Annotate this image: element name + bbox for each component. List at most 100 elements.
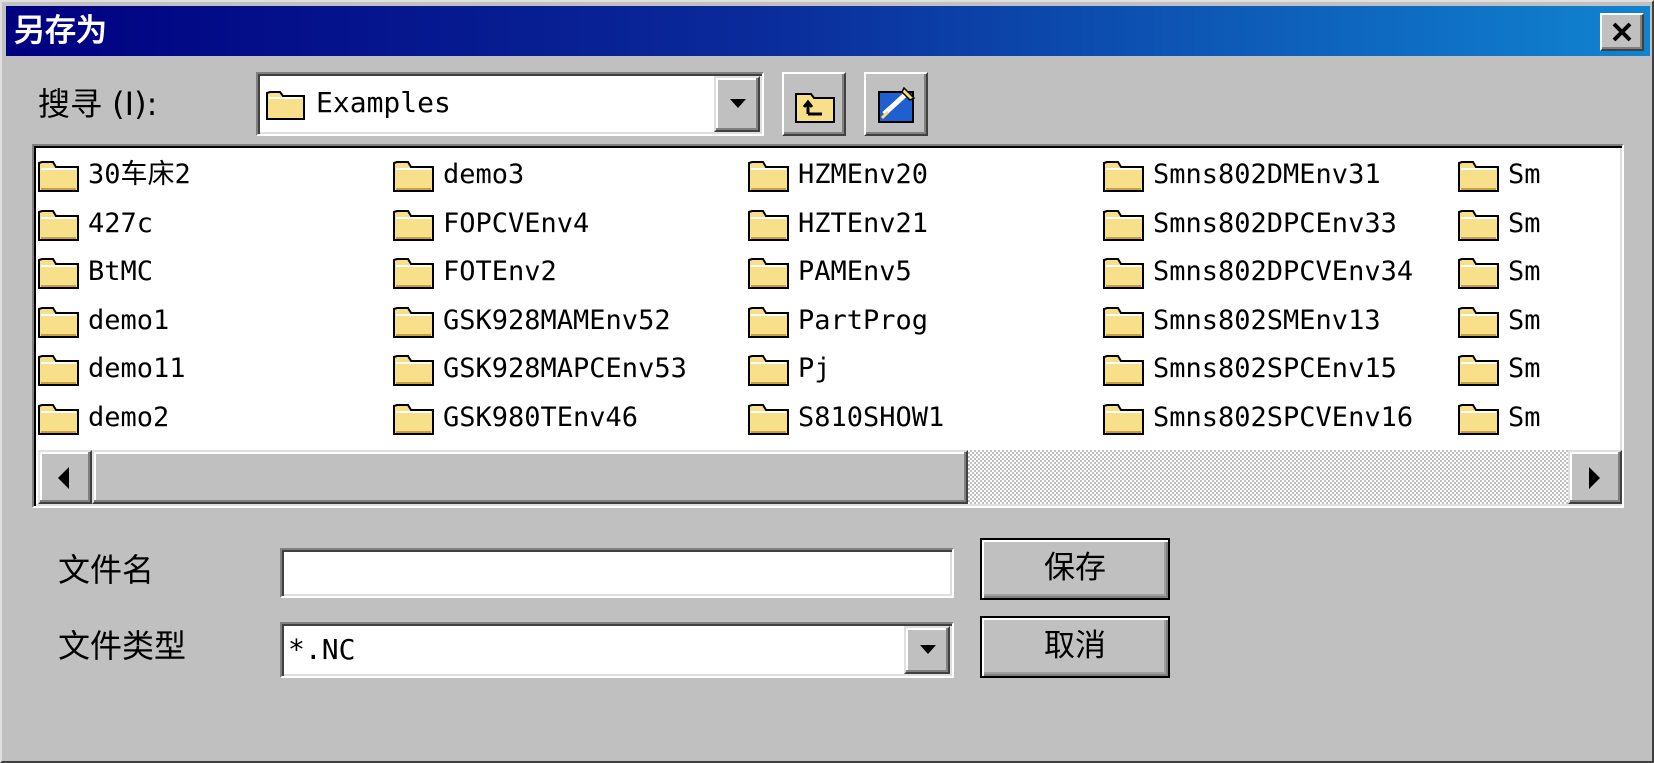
list-item[interactable]: GSK928MAMEnv52 <box>393 298 742 346</box>
list-item-label: Sm <box>1508 207 1541 239</box>
folder-icon <box>1103 209 1144 241</box>
file-list-items: 30车床2 427c BtMC demo1 demo11 demo2 demo3 FOPCVE… <box>38 150 1622 450</box>
list-item-label: GSK928MAMEnv52 <box>443 304 671 336</box>
list-item[interactable]: Smns802SMEnv13 <box>1103 298 1452 346</box>
list-item-label: Smns802DPCEnv33 <box>1153 207 1397 239</box>
chevron-down-icon <box>730 99 746 108</box>
list-item[interactable]: Smns802SPCEnv15 <box>1103 346 1452 394</box>
list-item[interactable]: GSK928MAPCEnv53 <box>393 346 742 394</box>
create-new-folder-button[interactable] <box>864 72 928 136</box>
folder-icon <box>38 209 79 241</box>
list-item-label: Sm <box>1508 256 1541 288</box>
save-button[interactable]: 保存 <box>980 538 1170 600</box>
scroll-right-button[interactable] <box>1568 450 1622 504</box>
create-new-folder-icon <box>878 86 916 123</box>
list-item-label: Smns802SPCVEnv16 <box>1153 402 1414 433</box>
horizontal-scrollbar[interactable] <box>38 450 1622 504</box>
list-item-label: S810SHOW1 <box>798 402 945 433</box>
folder-icon <box>393 306 434 338</box>
look-in-combobox[interactable]: Examples <box>256 72 764 136</box>
folder-icon <box>748 258 789 290</box>
list-item[interactable]: FOPCVEnv4 <box>393 201 742 249</box>
folder-icon <box>1103 306 1144 338</box>
list-item[interactable]: Smns802DPCEnv33 <box>1103 201 1452 249</box>
up-one-level-button[interactable] <box>782 72 846 136</box>
folder-icon <box>1458 404 1499 435</box>
list-item-label: Sm <box>1508 304 1541 336</box>
file-type-dropdown-button[interactable] <box>904 626 950 674</box>
list-item-label: Sm <box>1508 402 1541 433</box>
list-item[interactable]: BtMC <box>38 249 387 297</box>
look-in-dropdown-button[interactable] <box>714 76 760 132</box>
save-as-dialog: 另存为 搜寻 (I): Examples 30车床2 427c BtMC dem… <box>0 0 1654 763</box>
file-name-input[interactable] <box>280 548 954 598</box>
list-item[interactable]: demo2 <box>38 395 387 443</box>
list-item[interactable]: Pj <box>748 346 1097 394</box>
list-item-label: 427c <box>88 207 154 239</box>
list-item[interactable]: Sm <box>1458 395 1622 443</box>
folder-icon <box>1458 161 1499 192</box>
list-item-label: GSK928MAPCEnv53 <box>443 353 687 385</box>
list-item-label: Pj <box>798 353 831 385</box>
file-type-select[interactable]: *.NC <box>280 622 954 678</box>
list-item-label: PartProg <box>798 304 929 336</box>
list-item[interactable]: Smns802DMEnv31 <box>1103 152 1452 200</box>
folder-icon <box>393 355 434 387</box>
list-item-label: demo1 <box>88 304 170 336</box>
folder-icon <box>38 161 79 192</box>
folder-icon <box>393 404 434 435</box>
list-item[interactable]: HZMEnv20 <box>748 152 1097 200</box>
list-item[interactable]: PartProg <box>748 298 1097 346</box>
file-type-value: *.NC <box>288 633 356 666</box>
folder-icon <box>1458 209 1499 241</box>
list-item-label: demo11 <box>88 353 186 385</box>
list-item[interactable]: Sm <box>1458 201 1622 249</box>
folder-icon <box>748 404 789 435</box>
list-item-label: 30车床2 <box>88 159 191 190</box>
arrow-right-icon <box>1589 467 1600 489</box>
list-item-label: demo3 <box>443 159 525 190</box>
folder-icon <box>1103 404 1144 435</box>
list-item-label: HZMEnv20 <box>798 159 929 190</box>
list-item[interactable]: Smns802DPCVEnv34 <box>1103 249 1452 297</box>
list-item-label: Smns802SMEnv13 <box>1153 304 1381 336</box>
list-item[interactable]: demo1 <box>38 298 387 346</box>
folder-icon <box>1103 258 1144 290</box>
list-item[interactable]: PAMEnv5 <box>748 249 1097 297</box>
list-item[interactable]: Sm <box>1458 346 1622 394</box>
cancel-button[interactable]: 取消 <box>980 616 1170 678</box>
list-item[interactable]: 30车床2 <box>38 152 387 200</box>
file-list[interactable]: 30车床2 427c BtMC demo1 demo11 demo2 demo3 FOPCVE… <box>32 144 1624 508</box>
list-item-label: Smns802DPCVEnv34 <box>1153 256 1414 288</box>
title-bar[interactable]: 另存为 <box>6 6 1650 56</box>
list-item-label: FOTEnv2 <box>443 256 557 288</box>
scroll-thumb[interactable] <box>92 450 968 504</box>
look-in-value: Examples <box>316 86 451 119</box>
list-item-label: demo2 <box>88 402 170 433</box>
list-item-label: PAMEnv5 <box>798 256 912 288</box>
list-item[interactable]: Sm <box>1458 249 1622 297</box>
list-item-label: GSK980TEnv46 <box>443 402 639 433</box>
list-item[interactable]: Sm <box>1458 298 1622 346</box>
list-item[interactable]: HZTEnv21 <box>748 201 1097 249</box>
list-item[interactable]: demo3 <box>393 152 742 200</box>
close-button[interactable] <box>1600 13 1644 51</box>
folder-icon <box>1103 161 1144 192</box>
list-item-label: BtMC <box>88 256 154 288</box>
list-item[interactable]: 427c <box>38 201 387 249</box>
list-item[interactable]: FOTEnv2 <box>393 249 742 297</box>
list-item-label: Sm <box>1508 159 1541 190</box>
file-name-label: 文件名 <box>58 551 155 589</box>
list-item-label: HZTEnv21 <box>798 207 929 239</box>
arrow-left-icon <box>58 467 69 489</box>
scroll-left-button[interactable] <box>38 450 92 504</box>
folder-icon <box>1458 258 1499 290</box>
folder-icon <box>393 258 434 290</box>
list-item[interactable]: GSK980TEnv46 <box>393 395 742 443</box>
file-type-label: 文件类型 <box>58 627 187 665</box>
list-item[interactable]: demo11 <box>38 346 387 394</box>
folder-icon <box>748 355 789 387</box>
list-item[interactable]: S810SHOW1 <box>748 395 1097 443</box>
list-item[interactable]: Sm <box>1458 152 1622 200</box>
list-item[interactable]: Smns802SPCVEnv16 <box>1103 395 1452 443</box>
